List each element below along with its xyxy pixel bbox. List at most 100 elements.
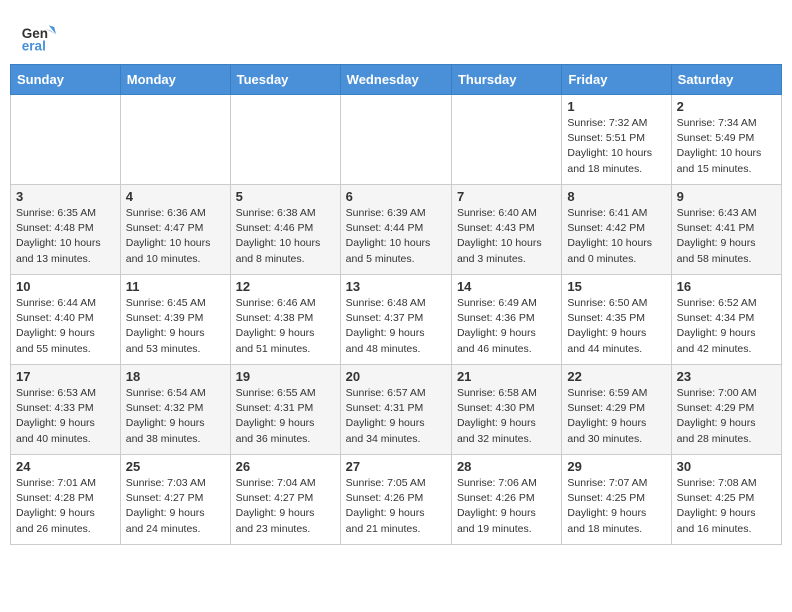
page-header: Gen eral — [0, 0, 792, 64]
day-info: Sunrise: 6:53 AM Sunset: 4:33 PM Dayligh… — [16, 386, 115, 447]
calendar-cell: 11Sunrise: 6:45 AM Sunset: 4:39 PM Dayli… — [120, 275, 230, 365]
day-number: 8 — [567, 189, 665, 204]
day-number: 15 — [567, 279, 665, 294]
calendar-cell: 16 Sunrise: 6:52 AM Sunset: 4:34 PM Dayli… — [671, 275, 781, 365]
calendar-cell: 27 Sunrise: 7:05 AM Sunset: 4:26 PM Dayli… — [340, 455, 451, 545]
calendar-cell: 8 Sunrise: 6:41 AM Sunset: 4:42 PM Daylig… — [562, 185, 671, 275]
day-number: 7 — [457, 189, 556, 204]
calendar-cell: 20 Sunrise: 6:57 AM Sunset: 4:31 PM Dayli… — [340, 365, 451, 455]
logo-icon: Gen eral — [20, 18, 56, 54]
calendar-week-row: 10 Sunrise: 6:44 AM Sunset: 4:40 PM Dayli… — [11, 275, 782, 365]
day-info: Sunrise: 7:08 AM Sunset: 4:25 PM Dayligh… — [677, 476, 776, 537]
day-number: 10 — [16, 279, 115, 294]
day-info: Sunrise: 6:48 AM Sunset: 4:37 PM Dayligh… — [346, 296, 446, 357]
day-info: Sunrise: 7:01 AM Sunset: 4:28 PM Dayligh… — [16, 476, 115, 537]
calendar-cell: 9 Sunrise: 6:43 AM Sunset: 4:41 PM Daylig… — [671, 185, 781, 275]
day-info: Sunrise: 6:52 AM Sunset: 4:34 PM Dayligh… — [677, 296, 776, 357]
day-info: Sunrise: 7:05 AM Sunset: 4:26 PM Dayligh… — [346, 476, 446, 537]
day-info: Sunrise: 7:34 AM Sunset: 5:49 PM Dayligh… — [677, 116, 776, 177]
day-number: 9 — [677, 189, 776, 204]
day-info: Sunrise: 6:39 AM Sunset: 4:44 PM Dayligh… — [346, 206, 446, 267]
day-number: 20 — [346, 369, 446, 384]
svg-text:eral: eral — [22, 38, 46, 53]
calendar-week-row: 17 Sunrise: 6:53 AM Sunset: 4:33 PM Dayli… — [11, 365, 782, 455]
calendar-cell: 6 Sunrise: 6:39 AM Sunset: 4:44 PM Daylig… — [340, 185, 451, 275]
calendar-wrapper: SundayMondayTuesdayWednesdayThursdayFrid… — [0, 64, 792, 555]
calendar-cell: 7 Sunrise: 6:40 AM Sunset: 4:43 PM Daylig… — [451, 185, 561, 275]
day-number: 16 — [677, 279, 776, 294]
calendar-table: SundayMondayTuesdayWednesdayThursdayFrid… — [10, 64, 782, 545]
day-number: 18 — [126, 369, 225, 384]
calendar-header-row: SundayMondayTuesdayWednesdayThursdayFrid… — [11, 65, 782, 95]
day-header-sunday: Sunday — [11, 65, 121, 95]
day-info: Sunrise: 6:46 AM Sunset: 4:38 PM Dayligh… — [236, 296, 335, 357]
day-number: 1 — [567, 99, 665, 114]
day-number: 19 — [236, 369, 335, 384]
calendar-cell: 24 Sunrise: 7:01 AM Sunset: 4:28 PM Dayli… — [11, 455, 121, 545]
day-number: 28 — [457, 459, 556, 474]
day-number: 17 — [16, 369, 115, 384]
day-info: Sunrise: 6:36 AM Sunset: 4:47 PM Dayligh… — [126, 206, 225, 267]
day-number: 24 — [16, 459, 115, 474]
calendar-cell — [230, 95, 340, 185]
calendar-cell: 23Sunrise: 7:00 AM Sunset: 4:29 PM Dayli… — [671, 365, 781, 455]
day-info: Sunrise: 6:44 AM Sunset: 4:40 PM Dayligh… — [16, 296, 115, 357]
calendar-cell: 19Sunrise: 6:55 AM Sunset: 4:31 PM Dayli… — [230, 365, 340, 455]
calendar-cell: 30 Sunrise: 7:08 AM Sunset: 4:25 PM Dayli… — [671, 455, 781, 545]
calendar-cell — [120, 95, 230, 185]
calendar-cell: 4 Sunrise: 6:36 AM Sunset: 4:47 PM Daylig… — [120, 185, 230, 275]
calendar-cell: 25 Sunrise: 7:03 AM Sunset: 4:27 PM Dayli… — [120, 455, 230, 545]
day-number: 30 — [677, 459, 776, 474]
calendar-cell: 5Sunrise: 6:38 AM Sunset: 4:46 PM Daylig… — [230, 185, 340, 275]
day-info: Sunrise: 7:06 AM Sunset: 4:26 PM Dayligh… — [457, 476, 556, 537]
day-header-friday: Friday — [562, 65, 671, 95]
day-info: Sunrise: 7:32 AM Sunset: 5:51 PM Dayligh… — [567, 116, 665, 177]
day-header-thursday: Thursday — [451, 65, 561, 95]
day-number: 12 — [236, 279, 335, 294]
calendar-week-row: 24 Sunrise: 7:01 AM Sunset: 4:28 PM Dayli… — [11, 455, 782, 545]
day-number: 21 — [457, 369, 556, 384]
day-header-wednesday: Wednesday — [340, 65, 451, 95]
day-number: 4 — [126, 189, 225, 204]
day-info: Sunrise: 6:43 AM Sunset: 4:41 PM Dayligh… — [677, 206, 776, 267]
day-header-tuesday: Tuesday — [230, 65, 340, 95]
day-info: Sunrise: 6:57 AM Sunset: 4:31 PM Dayligh… — [346, 386, 446, 447]
calendar-cell: 21 Sunrise: 6:58 AM Sunset: 4:30 PM Dayli… — [451, 365, 561, 455]
calendar-cell: 26Sunrise: 7:04 AM Sunset: 4:27 PM Dayli… — [230, 455, 340, 545]
day-number: 27 — [346, 459, 446, 474]
calendar-cell: 14Sunrise: 6:49 AM Sunset: 4:36 PM Dayli… — [451, 275, 561, 365]
calendar-cell — [340, 95, 451, 185]
day-number: 11 — [126, 279, 225, 294]
day-info: Sunrise: 6:58 AM Sunset: 4:30 PM Dayligh… — [457, 386, 556, 447]
calendar-cell: 2Sunrise: 7:34 AM Sunset: 5:49 PM Daylig… — [671, 95, 781, 185]
calendar-cell: 17 Sunrise: 6:53 AM Sunset: 4:33 PM Dayli… — [11, 365, 121, 455]
day-info: Sunrise: 6:54 AM Sunset: 4:32 PM Dayligh… — [126, 386, 225, 447]
day-info: Sunrise: 6:49 AM Sunset: 4:36 PM Dayligh… — [457, 296, 556, 357]
calendar-cell: 1 Sunrise: 7:32 AM Sunset: 5:51 PM Daylig… — [562, 95, 671, 185]
day-info: Sunrise: 6:50 AM Sunset: 4:35 PM Dayligh… — [567, 296, 665, 357]
calendar-cell: 28 Sunrise: 7:06 AM Sunset: 4:26 PM Dayli… — [451, 455, 561, 545]
day-info: Sunrise: 6:41 AM Sunset: 4:42 PM Dayligh… — [567, 206, 665, 267]
day-info: Sunrise: 7:00 AM Sunset: 4:29 PM Dayligh… — [677, 386, 776, 447]
day-number: 22 — [567, 369, 665, 384]
calendar-cell: 18 Sunrise: 6:54 AM Sunset: 4:32 PM Dayli… — [120, 365, 230, 455]
day-info: Sunrise: 7:03 AM Sunset: 4:27 PM Dayligh… — [126, 476, 225, 537]
calendar-week-row: 1 Sunrise: 7:32 AM Sunset: 5:51 PM Daylig… — [11, 95, 782, 185]
day-number: 29 — [567, 459, 665, 474]
day-number: 13 — [346, 279, 446, 294]
calendar-cell: 3Sunrise: 6:35 AM Sunset: 4:48 PM Daylig… — [11, 185, 121, 275]
day-header-monday: Monday — [120, 65, 230, 95]
day-info: Sunrise: 7:04 AM Sunset: 4:27 PM Dayligh… — [236, 476, 335, 537]
day-info: Sunrise: 6:35 AM Sunset: 4:48 PM Dayligh… — [16, 206, 115, 267]
day-info: Sunrise: 6:40 AM Sunset: 4:43 PM Dayligh… — [457, 206, 556, 267]
day-number: 25 — [126, 459, 225, 474]
day-info: Sunrise: 6:59 AM Sunset: 4:29 PM Dayligh… — [567, 386, 665, 447]
calendar-cell: 15 Sunrise: 6:50 AM Sunset: 4:35 PM Dayli… — [562, 275, 671, 365]
calendar-cell: 10 Sunrise: 6:44 AM Sunset: 4:40 PM Dayli… — [11, 275, 121, 365]
calendar-cell — [451, 95, 561, 185]
calendar-cell: 12 Sunrise: 6:46 AM Sunset: 4:38 PM Dayli… — [230, 275, 340, 365]
calendar-cell: 22 Sunrise: 6:59 AM Sunset: 4:29 PM Dayli… — [562, 365, 671, 455]
calendar-cell — [11, 95, 121, 185]
day-number: 6 — [346, 189, 446, 204]
calendar-cell: 13 Sunrise: 6:48 AM Sunset: 4:37 PM Dayli… — [340, 275, 451, 365]
